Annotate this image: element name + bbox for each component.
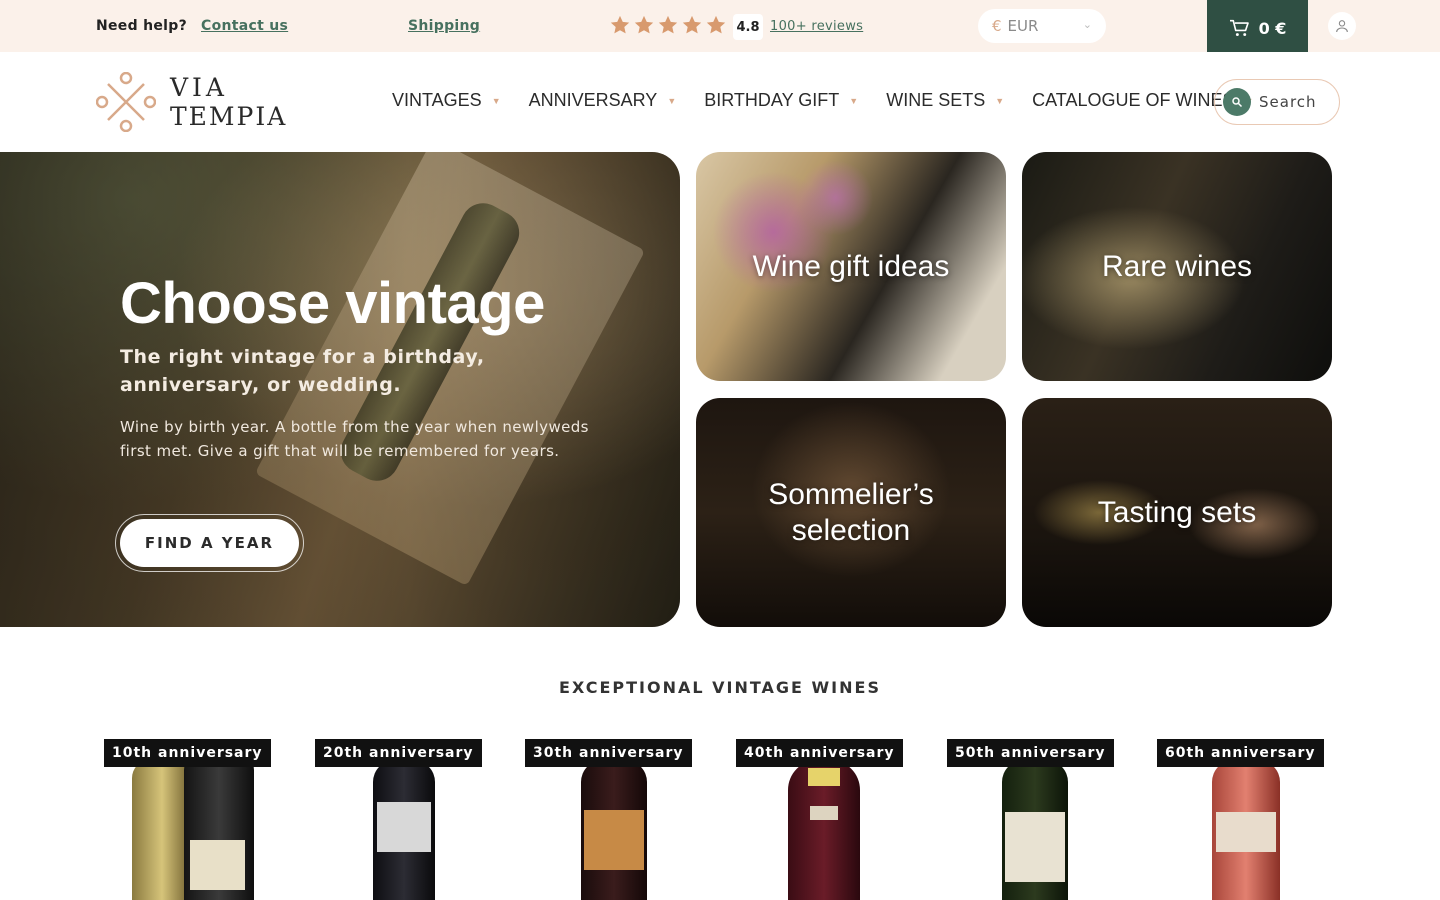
star-icon [682, 15, 702, 34]
search-icon[interactable] [1223, 88, 1251, 116]
anniversary-badge: 40th anniversary [736, 739, 903, 767]
user-icon [1336, 20, 1348, 33]
nav-label: CATALOGUE OF WINES [1032, 90, 1235, 110]
product-card[interactable]: 10th anniversary [104, 735, 314, 900]
account-button[interactable] [1328, 12, 1356, 40]
anniversary-badge: 20th anniversary [315, 739, 482, 767]
logo-line1: VIA [170, 73, 228, 102]
product-card[interactable]: 30th anniversary [525, 735, 735, 900]
caret-down-icon: ▼ [995, 95, 1005, 106]
main-nav: VINTAGES ▼ ANNIVERSARY ▼ BIRTHDAY GIFT ▼ WI… [392, 90, 1281, 111]
tile-wine-gift-ideas[interactable]: Wine gift ideas [696, 152, 1006, 381]
hero-subtitle: The right vintage for a birthday, annive… [120, 346, 485, 396]
help-label: Need help? [96, 18, 188, 34]
tile-rare-wines[interactable]: Rare wines [1022, 152, 1332, 381]
rating-stars [609, 14, 727, 36]
find-a-year-button[interactable]: FIND A YEAR [120, 519, 299, 567]
search-placeholder: Search [1259, 93, 1317, 111]
nav-label: WINE SETS [886, 90, 986, 110]
anniversary-badge: 10th anniversary [104, 739, 271, 767]
nav-vintages[interactable]: VINTAGES ▼ [392, 90, 501, 111]
product-image [788, 760, 860, 900]
product-image [373, 760, 435, 900]
search-input[interactable]: Search [1214, 79, 1340, 125]
tile-label: Tasting sets [1097, 495, 1257, 529]
star-icon [658, 15, 678, 34]
nav-label: BIRTHDAY GIFT [704, 90, 840, 110]
product-card[interactable]: 40th anniversary [736, 735, 946, 900]
contact-link[interactable]: Contact us [201, 18, 288, 34]
nav-wine-sets[interactable]: WINE SETS ▼ [886, 90, 1004, 111]
currency-value: EUR [1007, 17, 1039, 35]
currency-select[interactable]: € EUR ⌄ [978, 9, 1106, 43]
product-card[interactable]: 20th anniversary [315, 735, 525, 900]
logo-line2: TEMPIA [170, 102, 288, 131]
caret-down-icon: ▼ [667, 95, 677, 106]
anniversary-badge: 30th anniversary [525, 739, 692, 767]
nav-label: ANNIVERSARY [528, 90, 658, 110]
product-image [581, 760, 647, 900]
tile-label: Wine gift ideas [752, 249, 950, 283]
anniversary-badge: 60th anniversary [1157, 739, 1324, 767]
nav-label: VINTAGES [392, 90, 482, 110]
cart-icon [1229, 19, 1249, 37]
product-image [1212, 760, 1280, 900]
hero-title: Choose vintage [120, 271, 545, 336]
tile-tasting-sets[interactable]: Tasting sets [1022, 398, 1332, 627]
euro-icon: € [992, 17, 1002, 35]
hero-text: Wine by birth year. A bottle from the ye… [120, 418, 589, 460]
logo[interactable]: VIA TEMPIA [96, 72, 287, 132]
main-header: VIA TEMPIA VINTAGES ▼ ANNIVERSARY ▼ BIRTHD… [0, 52, 1440, 152]
reviews-link[interactable]: 100+ reviews [770, 19, 863, 34]
hero-banner: Choose vintage The right vintage for a b… [0, 152, 680, 627]
tile-sommelier-selection[interactable]: Sommelier’s selection [696, 398, 1006, 627]
logo-icon [96, 72, 156, 132]
star-icon [634, 15, 654, 34]
rating-value: 4.8 [733, 14, 763, 40]
chevron-down-icon: ⌄ [1082, 18, 1092, 31]
caret-down-icon: ▼ [849, 95, 859, 106]
nav-anniversary[interactable]: ANNIVERSARY ▼ [529, 90, 677, 111]
section-title: EXCEPTIONAL VINTAGE WINES [559, 678, 881, 697]
anniversary-badge: 50th anniversary [947, 739, 1114, 767]
caret-down-icon: ▼ [491, 95, 501, 106]
tile-label: Rare wines [1101, 249, 1253, 283]
top-bar: Need help? Contact us Shipping 4.8 100+ … [0, 0, 1440, 56]
product-card[interactable]: 60th anniversary [1157, 735, 1367, 900]
product-image [1002, 760, 1068, 900]
nav-birthday-gift[interactable]: BIRTHDAY GIFT ▼ [704, 90, 858, 111]
shipping-link[interactable]: Shipping [408, 18, 480, 34]
cart-total: 0 € [1258, 18, 1287, 38]
star-icon [706, 15, 726, 34]
tile-label: Sommelier’s selection [768, 477, 934, 547]
star-icon [610, 15, 630, 34]
cart-button[interactable]: 0 € [1207, 0, 1308, 56]
product-card[interactable]: 50th anniversary [947, 735, 1157, 900]
